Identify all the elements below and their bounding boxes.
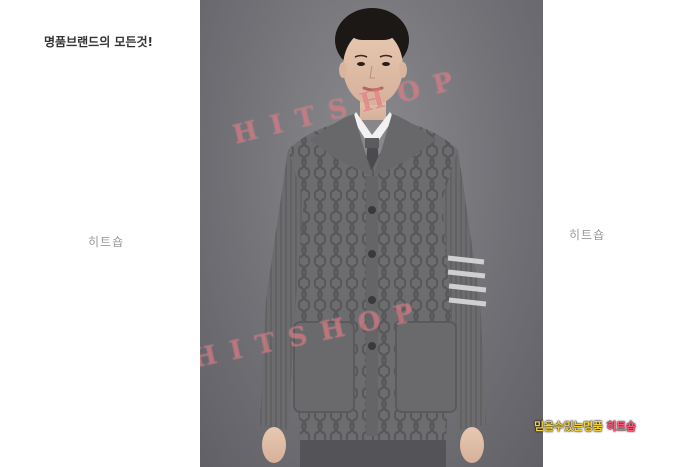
badge-slogan: 믿을수있는명품 <box>534 420 603 433</box>
product-photo: HITSHOP HITSHOP <box>200 0 543 467</box>
watermark-right: 히트숍 <box>569 228 606 242</box>
badge-brand: 히트숍 <box>606 420 636 433</box>
model-illustration <box>260 8 487 467</box>
watermark-left: 히트숍 <box>88 235 125 249</box>
tagline: 명품브랜드의 모든것! <box>44 35 154 49</box>
trust-badge: 믿을수있는명품 히트숍 <box>534 418 636 434</box>
